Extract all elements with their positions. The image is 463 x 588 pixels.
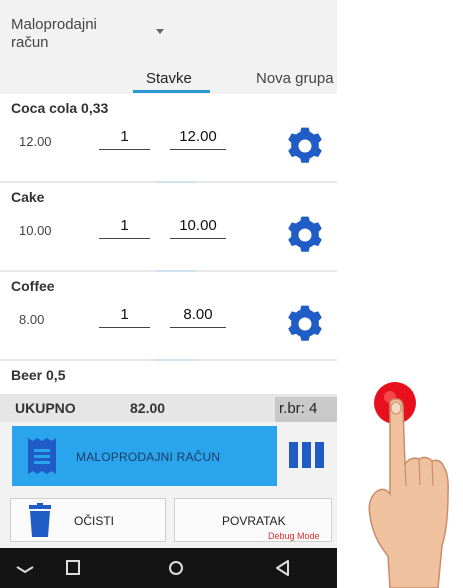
list-item: Beer 0,5 <box>0 361 337 394</box>
item-total-field[interactable]: 12.00 <box>170 128 226 150</box>
list-item: Coffee 8.00 1 8.00 <box>0 272 337 359</box>
vertical-bars-icon[interactable] <box>289 442 325 468</box>
item-price: 8.00 <box>19 312 45 327</box>
list-item: Coca cola 0,33 12.00 1 12.00 <box>0 94 337 181</box>
quantity-field[interactable]: 1 <box>99 217 150 239</box>
tab-stavke[interactable]: Stavke <box>146 70 192 87</box>
receipt-icon <box>28 438 56 474</box>
trash-icon <box>29 503 51 537</box>
debug-mode-label: Debug Mode <box>268 531 320 541</box>
nav-recent-icon[interactable] <box>62 558 84 578</box>
item-price: 10.00 <box>19 223 52 238</box>
item-total-field[interactable]: 10.00 <box>170 217 226 239</box>
list-item: Cake 10.00 1 10.00 <box>0 183 337 270</box>
gear-icon[interactable] <box>286 127 324 165</box>
item-name: Coffee <box>11 278 55 294</box>
active-tab-indicator <box>133 90 210 93</box>
retail-receipt-button[interactable]: MALOPRODAJNI RAČUN <box>12 426 277 486</box>
app-screen: Maloprodajni račun Stavke Nova grupa Coc… <box>0 0 337 588</box>
tab-nova-grupa[interactable]: Nova grupa <box>256 70 334 87</box>
total-value: 82.00 <box>130 400 166 416</box>
back-button-label: POVRATAK <box>222 514 286 528</box>
caret-down-icon[interactable] <box>156 29 164 34</box>
quantity-field[interactable]: 1 <box>99 128 150 150</box>
touch-hand-overlay <box>368 382 449 588</box>
nav-home-icon[interactable] <box>165 558 187 578</box>
header: Maloprodajni račun <box>0 0 337 64</box>
item-total-field[interactable]: 8.00 <box>170 306 226 328</box>
document-type-select[interactable]: Maloprodajni račun <box>11 16 131 52</box>
tab-bar: Stavke Nova grupa <box>0 64 337 94</box>
clear-button-label: OČISTI <box>74 514 115 528</box>
nav-down-icon[interactable] <box>14 558 36 578</box>
item-name: Coca cola 0,33 <box>11 100 109 116</box>
receipt-number: r.br: 4 <box>275 397 337 422</box>
nav-back-icon[interactable] <box>272 558 294 578</box>
clear-button[interactable]: OČISTI <box>10 498 166 542</box>
system-nav-bar <box>0 548 337 588</box>
item-name: Cake <box>11 189 45 205</box>
item-name: Beer 0,5 <box>11 367 66 383</box>
gear-icon[interactable] <box>286 216 324 254</box>
item-list[interactable]: Coca cola 0,33 12.00 1 12.00 Cake 10.00 … <box>0 94 337 394</box>
quantity-field[interactable]: 1 <box>99 306 150 328</box>
gear-icon[interactable] <box>286 305 324 343</box>
retail-receipt-button-label: MALOPRODAJNI RAČUN <box>76 450 221 464</box>
item-price: 12.00 <box>19 134 52 149</box>
total-label: UKUPNO <box>15 400 76 416</box>
total-bar: UKUPNO 82.00 r.br: 4 <box>0 394 337 422</box>
